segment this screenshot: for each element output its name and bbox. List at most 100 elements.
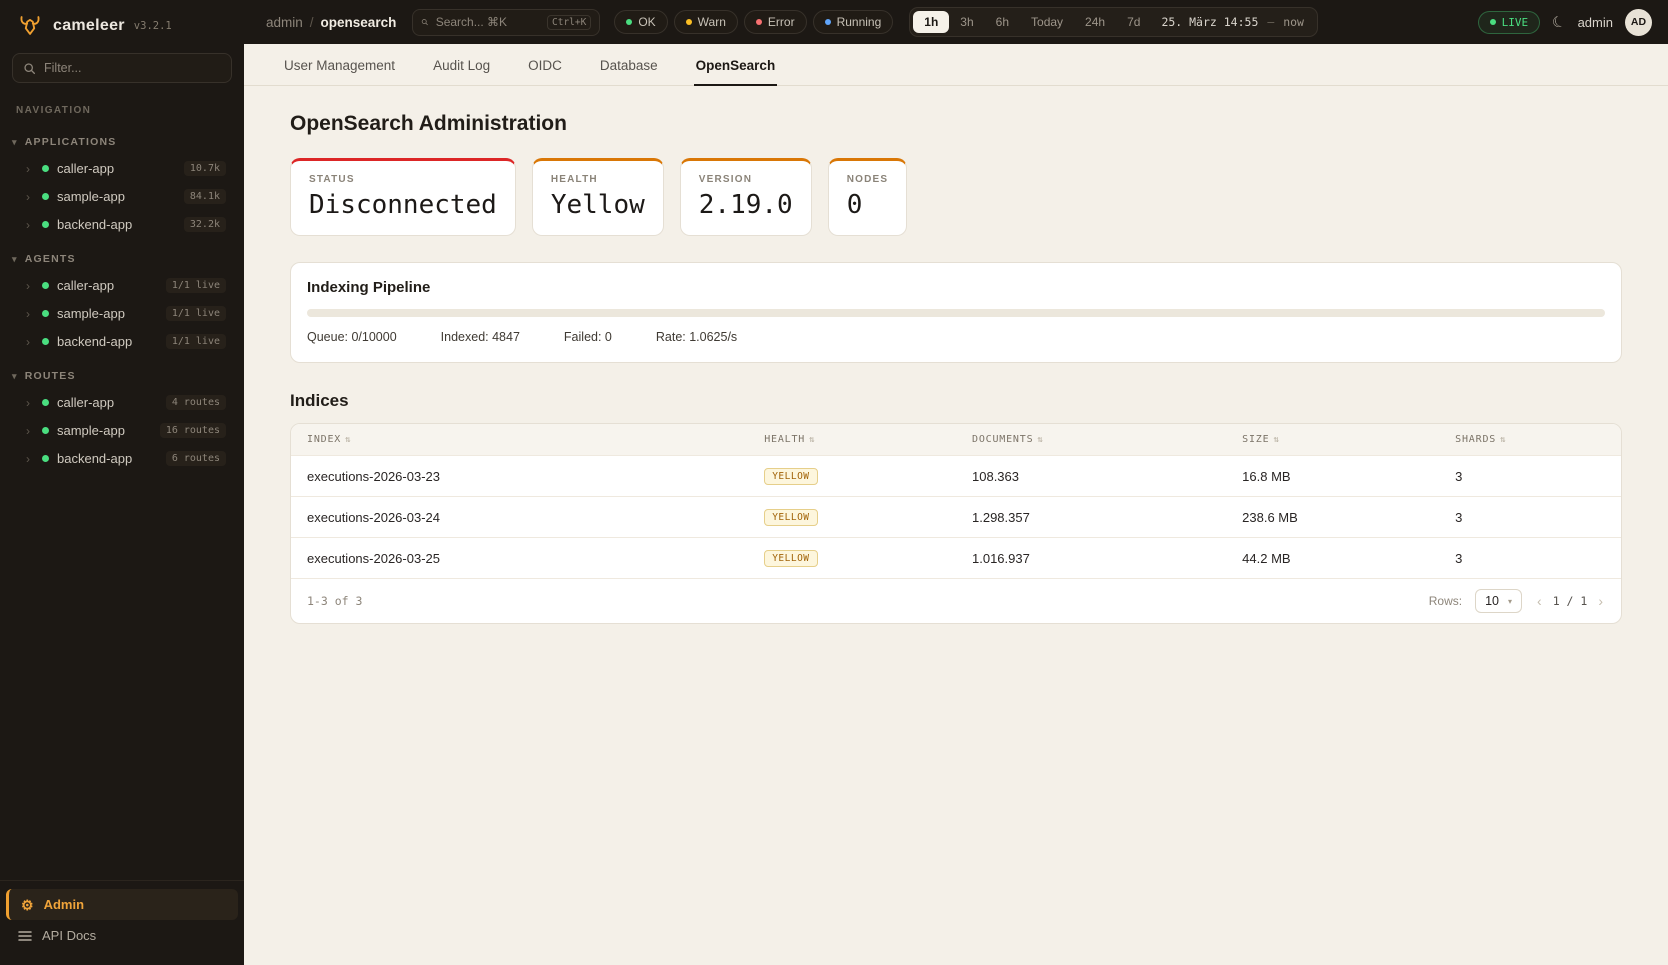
time-range-today[interactable]: Today <box>1020 11 1074 33</box>
sidebar-item-agent-sample[interactable]: › sample-app 1/1 live <box>6 300 238 327</box>
sidebar-filter-input[interactable] <box>44 61 221 75</box>
chevron-right-icon: › <box>26 307 34 321</box>
pipeline-stats: Queue: 0/10000 Indexed: 4847 Failed: 0 R… <box>307 330 1605 344</box>
col-header-documents[interactable]: DOCUMENTS⇅ <box>956 424 1226 455</box>
running-dot <box>825 19 831 25</box>
section-applications: ▾ APPLICATIONS › caller-app 10.7k › samp… <box>0 130 244 239</box>
rows-per-page-label: Rows: <box>1429 594 1462 608</box>
topbar-right: LIVE ☾ admin AD <box>1478 9 1652 36</box>
col-header-health[interactable]: HEALTH⇅ <box>748 424 956 455</box>
pipeline-progress-bar <box>307 309 1605 317</box>
stat-card-status: STATUS Disconnected <box>290 158 516 236</box>
filter-ok[interactable]: OK <box>614 10 667 34</box>
live-badge: 1/1 live <box>166 306 226 321</box>
sidebar-item-agent-caller[interactable]: › caller-app 1/1 live <box>6 272 238 299</box>
time-range-24h[interactable]: 24h <box>1074 11 1116 33</box>
sort-icon: ⇅ <box>345 435 351 445</box>
section-header-applications[interactable]: ▾ APPLICATIONS <box>0 130 244 154</box>
moon-icon: ☾ <box>1550 12 1568 33</box>
sidebar-item-admin[interactable]: ⚙ Admin <box>6 889 238 920</box>
health-value: Yellow <box>551 190 645 220</box>
page-title: OpenSearch Administration <box>290 112 1622 136</box>
row-range: 1-3 of 3 <box>307 594 362 608</box>
filter-running[interactable]: Running <box>813 10 894 34</box>
nodes-value: 0 <box>847 190 889 220</box>
status-dot <box>42 193 49 200</box>
sidebar-item-route-backend[interactable]: › backend-app 6 routes <box>6 445 238 472</box>
col-header-shards[interactable]: SHARDS⇅ <box>1439 424 1621 455</box>
stat-card-version: VERSION 2.19.0 <box>680 158 812 236</box>
section-header-agents[interactable]: ▾ AGENTS <box>0 247 244 271</box>
routes-badge: 4 routes <box>166 395 226 410</box>
time-range-7d[interactable]: 7d <box>1116 11 1151 33</box>
count-badge: 10.7k <box>184 161 226 176</box>
section-header-routes[interactable]: ▾ ROUTES <box>0 364 244 388</box>
table-row[interactable]: executions-2026-03-23 YELLOW 108.363 16.… <box>291 455 1621 496</box>
table-row[interactable]: executions-2026-03-24 YELLOW 1.298.357 2… <box>291 496 1621 537</box>
col-header-size[interactable]: SIZE⇅ <box>1226 424 1439 455</box>
sidebar-item-app-sample[interactable]: › sample-app 84.1k <box>6 183 238 210</box>
live-dot <box>1490 19 1496 25</box>
tab-oidc[interactable]: OIDC <box>526 44 564 86</box>
list-icon <box>18 930 32 942</box>
sidebar-filter <box>12 53 232 83</box>
theme-toggle[interactable]: ☾ <box>1549 11 1568 33</box>
tab-user-management[interactable]: User Management <box>282 44 397 86</box>
chevron-right-icon: › <box>26 190 34 204</box>
search-icon <box>23 62 36 75</box>
topbar: admin / opensearch Ctrl+K OK Warn <box>244 0 1668 44</box>
status-dot <box>42 399 49 406</box>
table-row[interactable]: executions-2026-03-25 YELLOW 1.016.937 4… <box>291 537 1621 578</box>
sidebar: cameleer v3.2.1 NAVIGATION ▾ APPLICATION… <box>0 0 244 965</box>
time-range-3h[interactable]: 3h <box>949 11 984 33</box>
live-badge[interactable]: LIVE <box>1478 11 1541 34</box>
global-search-input[interactable] <box>436 15 540 29</box>
sidebar-item-agent-backend[interactable]: › backend-app 1/1 live <box>6 328 238 355</box>
count-badge: 32.2k <box>184 217 226 232</box>
time-range-6h[interactable]: 6h <box>985 11 1020 33</box>
tab-audit-log[interactable]: Audit Log <box>431 44 492 86</box>
error-dot <box>756 19 762 25</box>
search-icon <box>421 16 428 28</box>
routes-badge: 16 routes <box>160 423 226 438</box>
chevron-right-icon: › <box>26 162 34 176</box>
chevron-down-icon: ▾ <box>1508 597 1512 606</box>
col-header-index[interactable]: INDEX⇅ <box>291 424 748 455</box>
gear-icon: ⚙ <box>21 898 34 912</box>
tab-opensearch[interactable]: OpenSearch <box>694 44 778 86</box>
sidebar-item-route-sample[interactable]: › sample-app 16 routes <box>6 417 238 444</box>
failed-stat: Failed: 0 <box>564 330 612 344</box>
section-agents: ▾ AGENTS › caller-app 1/1 live › sample-… <box>0 247 244 356</box>
routes-badge: 6 routes <box>166 451 226 466</box>
sidebar-item-app-backend[interactable]: › backend-app 32.2k <box>6 211 238 238</box>
section-routes: ▾ ROUTES › caller-app 4 routes › sample-… <box>0 364 244 473</box>
time-range-1h[interactable]: 1h <box>913 11 949 33</box>
indexing-pipeline-card: Indexing Pipeline Queue: 0/10000 Indexed… <box>290 262 1622 363</box>
table-header-row: INDEX⇅ HEALTH⇅ DOCUMENTS⇅ SIZE⇅ SHARDS⇅ <box>291 424 1621 455</box>
sidebar-item-api-docs[interactable]: API Docs <box>6 920 238 951</box>
filter-error[interactable]: Error <box>744 10 807 34</box>
version-value: 2.19.0 <box>699 190 793 220</box>
sort-icon: ⇅ <box>1037 435 1043 445</box>
rows-per-page-select[interactable]: 10 ▾ <box>1475 589 1522 613</box>
status-filters: OK Warn Error Running <box>614 10 893 34</box>
status-dot <box>42 427 49 434</box>
global-search: Ctrl+K <box>412 9 600 36</box>
avatar[interactable]: AD <box>1625 9 1652 36</box>
sidebar-item-app-caller[interactable]: › caller-app 10.7k <box>6 155 238 182</box>
opensearch-panel: OpenSearch Administration STATUS Disconn… <box>244 86 1668 664</box>
main-column: admin / opensearch Ctrl+K OK Warn <box>244 0 1668 965</box>
sidebar-footer: ⚙ Admin API Docs <box>0 880 244 965</box>
sidebar-item-route-caller[interactable]: › caller-app 4 routes <box>6 389 238 416</box>
next-page-button[interactable]: › <box>1596 593 1605 609</box>
prev-page-button[interactable]: ‹ <box>1535 593 1544 609</box>
tab-database[interactable]: Database <box>598 44 660 86</box>
filter-warn[interactable]: Warn <box>674 10 738 34</box>
health-badge: YELLOW <box>764 468 817 485</box>
breadcrumb-admin[interactable]: admin <box>266 15 303 30</box>
table-footer: 1-3 of 3 Rows: 10 ▾ ‹ 1 / 1 › <box>291 578 1621 623</box>
stat-card-nodes: NODES 0 <box>828 158 908 236</box>
sort-icon: ⇅ <box>1273 435 1279 445</box>
shortcut-hint: Ctrl+K <box>547 15 591 30</box>
logo[interactable]: cameleer v3.2.1 <box>0 0 244 49</box>
